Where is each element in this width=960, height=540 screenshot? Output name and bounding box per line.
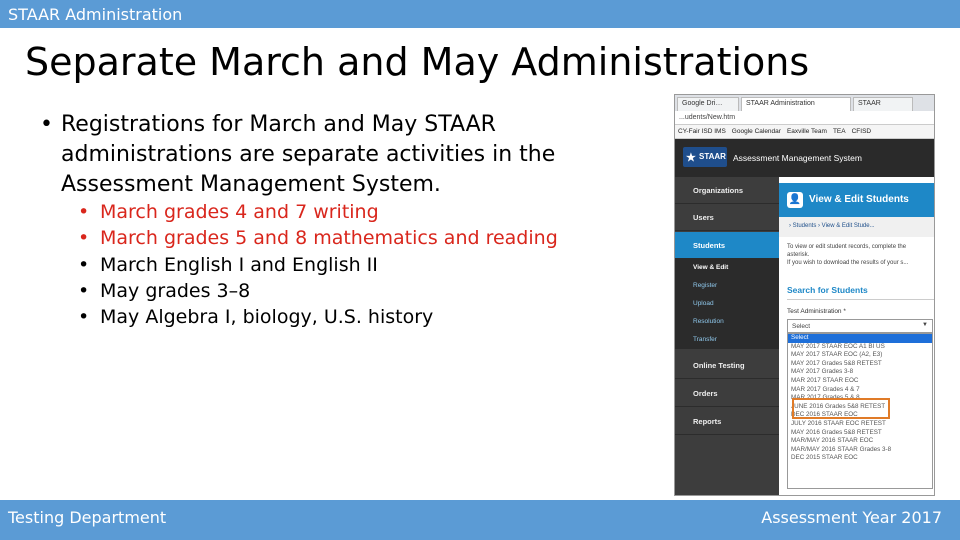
dropdown-option[interactable]: JULY 2016 STAAR EOC RETEST (788, 420, 932, 429)
sub-bullet-text: May grades 3–8 (100, 279, 251, 302)
sidebar-sub-view-edit[interactable]: View & Edit (675, 259, 779, 277)
bookmark-item[interactable]: CFISD (849, 125, 875, 138)
header-label: STAAR Administration (8, 5, 183, 24)
app-sidebar: Organizations Users Students View & Edit… (675, 177, 779, 495)
sub-bullet-text: March English I and English II (100, 253, 378, 276)
sub-bullet-item: • March English I and English II (78, 252, 558, 278)
sidebar-item-organizations[interactable]: Organizations (675, 177, 779, 204)
bullet-dot-icon: • (40, 112, 53, 137)
main-bullet-text: Registrations for March and May STAAR ad… (61, 112, 556, 197)
bookmark-item[interactable]: TEA (830, 125, 849, 138)
dropdown-option[interactable]: MAY 2017 STAAR EOC (A2, E3) (788, 351, 932, 360)
dropdown-option[interactable]: MAR/MAY 2016 STAAR Grades 3-8 (788, 446, 932, 455)
sidebar-sub-transfer[interactable]: Transfer (675, 331, 779, 349)
bookmark-item[interactable]: CY-Fair ISD IMS (675, 125, 729, 138)
header-bar: STAAR Administration (0, 0, 960, 28)
sidebar-item-users[interactable]: Users (675, 204, 779, 231)
dropdown-option[interactable]: MAR 2017 STAAR EOC (788, 377, 932, 386)
sidebar-item-students[interactable]: Students (675, 232, 779, 259)
sidebar-sub-register[interactable]: Register (675, 277, 779, 295)
bookmark-item[interactable]: Google Calendar (729, 125, 784, 138)
sub-bullet-item: • May grades 3–8 (78, 278, 558, 304)
test-admin-select[interactable]: Select ▼ (787, 319, 933, 333)
browser-tab[interactable]: STAAR (853, 97, 913, 111)
footer-left: Testing Department (8, 508, 167, 527)
bookmarks-bar: CY-Fair ISD IMS Google Calendar Eaxville T… (675, 125, 934, 139)
sidebar-sub-resolution[interactable]: Resolution (675, 313, 779, 331)
search-heading: Search for Students (787, 285, 868, 295)
bullet-dot-icon: • (78, 227, 90, 250)
browser-tab[interactable]: Google Dri… (677, 97, 739, 111)
sub-bullet-item: • March grades 4 and 7 writing (78, 199, 558, 225)
bullet-dot-icon: • (78, 253, 90, 276)
sub-bullet-text: May Algebra I, biology, U.S. history (100, 306, 434, 329)
dropdown-option[interactable]: MAR 2017 Grades 4 & 7 (788, 386, 932, 395)
bullet-dot-icon: • (78, 279, 90, 302)
test-admin-label: Test Administration * (787, 308, 846, 315)
sidebar-item-online-testing[interactable]: Online Testing (675, 352, 779, 379)
footer-bar: Testing Department Assessment Year 2017 (0, 500, 960, 540)
app-content: 👤 View & Edit Students › Students › View… (779, 177, 934, 495)
main-bullet: • Registrations for March and May STAAR … (40, 110, 600, 200)
browser-tab-active[interactable]: STAAR Administration (741, 97, 851, 111)
browser-tab-strip: Google Dri… STAAR Administration STAAR (675, 95, 934, 111)
sub-bullet-item: • March grades 5 and 8 mathematics and re… (78, 225, 558, 251)
dropdown-option[interactable]: MAY 2016 Grades 5&8 RETEST (788, 429, 932, 438)
browser-address-bar[interactable]: ...udents/New.htm (675, 111, 934, 125)
dropdown-option[interactable]: MAR/MAY 2016 STAAR EOC (788, 437, 932, 446)
slide-title: Separate March and May Administrations (25, 40, 810, 84)
sidebar-item-orders[interactable]: Orders (675, 380, 779, 407)
bookmark-item[interactable]: Eaxville Team (784, 125, 830, 138)
breadcrumb[interactable]: › Students › View & Edit Stude... (779, 217, 934, 237)
embedded-screenshot: Google Dri… STAAR Administration STAAR .… (674, 94, 935, 496)
sidebar-sub-upload[interactable]: Upload (675, 295, 779, 313)
staar-logo: ★ STAAR (683, 147, 727, 167)
dropdown-option[interactable]: MAY 2017 Grades 5&8 RETEST (788, 360, 932, 369)
sidebar-item-reports[interactable]: Reports (675, 408, 779, 435)
app-header: ★ STAAR Assessment Management System (675, 139, 934, 177)
students-icon: 👤 (787, 192, 803, 208)
sub-bullet-list: • March grades 4 and 7 writing • March grad… (78, 199, 558, 330)
dropdown-option[interactable]: MAY 2017 Grades 3-8 (788, 368, 932, 377)
chevron-down-icon: ▼ (922, 322, 928, 328)
dropdown-option[interactable]: Select (788, 334, 932, 343)
dropdown-option[interactable]: MAY 2017 STAAR EOC A1 BI US (788, 343, 932, 352)
dropdown-option[interactable]: DEC 2015 STAAR EOC (788, 454, 932, 463)
divider (787, 299, 934, 300)
intro-text: To view or edit student records, complet… (787, 244, 909, 266)
content-header: 👤 View & Edit Students (779, 183, 934, 217)
footer-right: Assessment Year 2017 (761, 508, 942, 527)
bullet-dot-icon: • (78, 306, 90, 329)
highlight-box (792, 398, 890, 419)
sub-bullet-text: March grades 5 and 8 mathematics and rea… (100, 227, 558, 250)
star-icon: ★ (686, 152, 696, 164)
content-heading: View & Edit Students (809, 194, 909, 205)
app-title: Assessment Management System (733, 153, 862, 163)
sub-bullet-text: March grades 4 and 7 writing (100, 201, 379, 223)
bullet-dot-icon: • (78, 201, 90, 223)
sub-bullet-item: • May Algebra I, biology, U.S. history (78, 304, 558, 330)
